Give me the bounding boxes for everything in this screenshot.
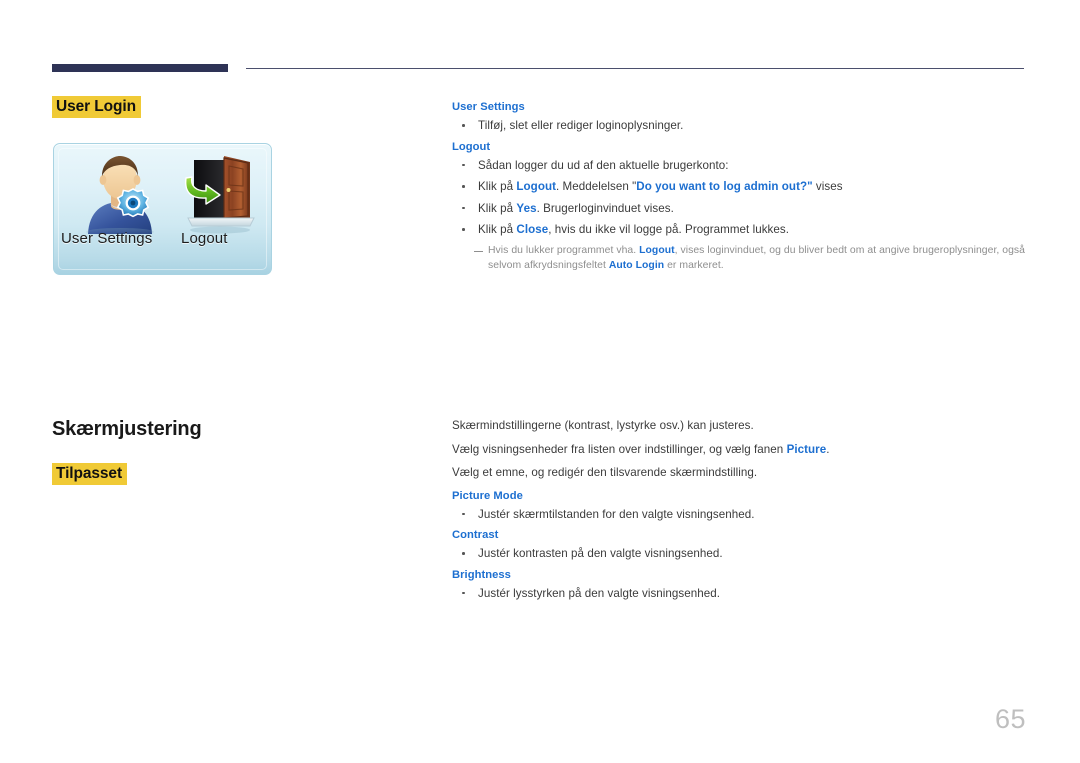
inline-term-yes: Yes: [516, 201, 537, 215]
inline-term-auto-login: Auto Login: [608, 259, 665, 271]
label-logout: Logout: [181, 230, 228, 247]
list-item: Justér lysstyrken på den valgte visnings…: [452, 586, 1030, 601]
page-header-rules: [52, 62, 1024, 74]
bullet-text-post: vises: [812, 180, 843, 194]
bullet-text: Justér skærmtilstanden for den valgte vi…: [478, 507, 755, 521]
section-skaermjustering-left: Skærmjustering Tilpasset: [52, 418, 432, 486]
heading-picture-mode: Picture Mode: [452, 489, 523, 502]
bullet-text-post: . Brugerloginvinduet vises.: [536, 201, 674, 215]
bullet-text-pre: Klik på: [478, 201, 517, 215]
list-item: Tilføj, slet eller rediger loginoplysnin…: [452, 118, 1030, 133]
bullet-text-pre: Klik på: [478, 223, 517, 237]
bullet-text-pre: Klik på: [478, 180, 517, 194]
paragraph: Vælg et emne, og redigér den tilsvarende…: [452, 465, 1030, 480]
illustration-icon-row: [54, 152, 271, 236]
list-item: Klik på Close, hvis du ikke vil logge på…: [452, 222, 1030, 237]
inline-term-logout: Logout: [639, 244, 675, 256]
section-user-login-right: User Settings Tilføj, slet eller rediger…: [452, 100, 1030, 273]
bullet-text: Sådan logger du ud af den aktuelle bruge…: [478, 158, 729, 172]
paragraph-text-pre: Vælg visningsenheder fra listen over ind…: [452, 442, 787, 456]
bullet-text: Tilføj, slet eller rediger loginoplysnin…: [478, 119, 684, 132]
inline-tab-picture: Picture: [786, 442, 827, 456]
heading-logout: Logout: [452, 140, 491, 153]
note-logout: Hvis du lukker programmet vha. Logout, v…: [452, 244, 1030, 274]
inline-term-logout: Logout: [516, 180, 556, 194]
header-divider-line: [246, 68, 1024, 69]
list-item: Klik på Logout. Meddelelsen "Do you want…: [452, 179, 1030, 194]
user-login-illustration: User Settings Logout: [53, 143, 272, 275]
header-accent-bar: [52, 64, 228, 72]
paragraph-text: Vælg et emne, og redigér den tilsvarende…: [452, 466, 758, 480]
section-skaermjustering-right: Skærmindstillingerne (kontrast, lystyrke…: [452, 418, 1030, 607]
logout-door-icon: [180, 152, 260, 234]
section-user-login-left: User Login: [52, 96, 422, 119]
bullet-text: Justér kontrasten på den valgte visnings…: [478, 547, 723, 561]
inline-term-close: Close: [516, 223, 549, 237]
list-item: Sådan logger du ud af den aktuelle bruge…: [452, 158, 1030, 173]
note-text-post: er markeret.: [664, 259, 724, 271]
label-user-settings: User Settings: [61, 230, 153, 247]
paragraph-text-post: .: [826, 442, 830, 456]
paragraph: Skærmindstillingerne (kontrast, lystyrke…: [452, 418, 1030, 433]
illustration-label-row: User Settings Logout: [54, 230, 271, 256]
heading-contrast: Contrast: [452, 529, 499, 542]
page-title-skaermjustering: Skærmjustering: [52, 418, 202, 440]
user-settings-icon: [78, 152, 162, 236]
inline-message-log-admin-out: Do you want to log admin out?": [636, 180, 813, 194]
bullet-text-post: , hvis du ikke vil logge på. Programmet …: [548, 223, 790, 237]
bullet-text-mid: . Meddelelsen ": [556, 180, 637, 194]
paragraph: Vælg visningsenheder fra listen over ind…: [452, 442, 1030, 457]
page-number: 65: [994, 704, 1026, 734]
illustration-panel: User Settings Logout: [53, 143, 272, 275]
heading-user-settings: User Settings: [452, 101, 525, 113]
list-item: Klik på Yes. Brugerloginvinduet vises.: [452, 201, 1030, 216]
heading-brightness: Brightness: [452, 568, 511, 581]
bullet-text: Justér lysstyrken på den valgte visnings…: [478, 586, 721, 600]
subtitle-tilpasset: Tilpasset: [52, 463, 128, 486]
note-text-pre: Hvis du lukker programmet vha.: [488, 244, 640, 256]
paragraph-text: Skærmindstillingerne (kontrast, lystyrke…: [452, 419, 754, 432]
page-title-user-login: User Login: [52, 96, 141, 119]
list-item: Justér skærmtilstanden for den valgte vi…: [452, 507, 1030, 522]
list-item: Justér kontrasten på den valgte visnings…: [452, 546, 1030, 561]
